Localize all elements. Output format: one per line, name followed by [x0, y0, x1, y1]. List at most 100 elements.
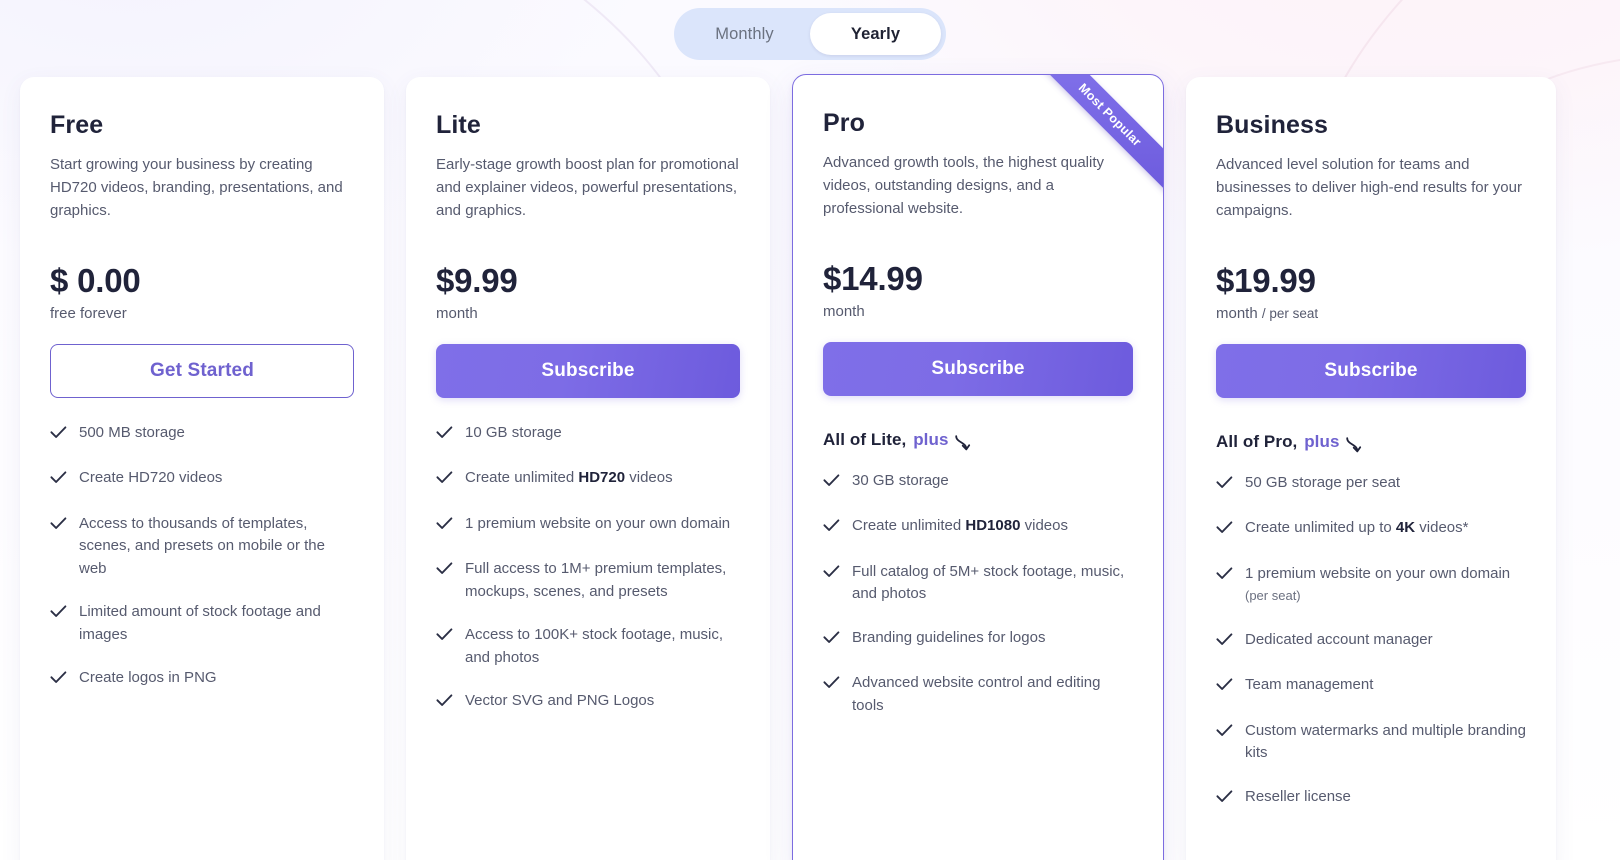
- plan-period-pro: month: [823, 302, 865, 320]
- check-icon: [1216, 474, 1233, 497]
- feature-label: 10 GB storage: [465, 423, 562, 441]
- cta-button-lite[interactable]: Subscribe: [436, 343, 740, 398]
- check-icon: [50, 424, 67, 447]
- feature-item: 500 MB storage: [50, 422, 354, 447]
- feature-item: Create unlimited HD720 videos: [436, 467, 740, 492]
- feature-emphasis: 4K: [1395, 519, 1416, 537]
- pricing-card-business: Business Advanced level solution for team…: [1186, 77, 1556, 860]
- feature-item: Create logos in PNG: [50, 667, 354, 692]
- plan-description-lite: Early-stage growth boost plan for promot…: [436, 156, 739, 219]
- toggle-option-yearly[interactable]: Yearly: [810, 13, 941, 55]
- feature-item: 10 GB storage: [436, 422, 740, 447]
- feature-label: Create unlimited HD1080 videos: [852, 517, 1068, 535]
- feature-item: Branding guidelines for logos: [823, 627, 1133, 652]
- billing-toggle-container: Monthly Yearly: [674, 8, 946, 60]
- pricing-card-free: Free Start growing your business by creat…: [20, 77, 384, 860]
- plan-price-free: $ 0.00: [50, 262, 141, 299]
- plan-price-business: $19.99: [1216, 262, 1316, 299]
- plan-period-free: free forever: [50, 304, 127, 322]
- feature-label: Create logos in PNG: [79, 669, 217, 687]
- includes-previous-plan-pro: All of Lite, plus: [823, 428, 1133, 452]
- plan-period-note: / per seat: [1261, 305, 1319, 321]
- feature-label: Full access to 1M+ premium templates, mo…: [465, 560, 727, 600]
- includes-plus-word: plus: [1304, 431, 1340, 451]
- feature-list-business: 50 GB storage per seat Create unlimited u…: [1216, 472, 1526, 811]
- feature-item: Full access to 1M+ premium templates, mo…: [436, 558, 740, 603]
- feature-item: 1 premium website on your own domain: [436, 513, 740, 538]
- feature-item: Create HD720 videos: [50, 467, 354, 492]
- feature-list-pro: 30 GB storage Create unlimited HD1080 vid…: [823, 470, 1133, 718]
- cta-button-business[interactable]: Subscribe: [1216, 343, 1526, 398]
- price-block-pro: $14.99 month: [823, 260, 1133, 320]
- feature-item: Advanced website control and editing too…: [823, 672, 1133, 717]
- feature-list-free: 500 MB storage Create HD720 videos Access …: [50, 422, 354, 692]
- check-icon: [50, 515, 67, 538]
- feature-label: 50 GB storage per seat: [1245, 473, 1401, 491]
- check-icon: [823, 563, 840, 586]
- plan-name-free: Free: [50, 111, 104, 139]
- feature-label: Create HD720 videos: [79, 469, 223, 487]
- check-icon: [823, 674, 840, 697]
- cta-button-pro[interactable]: Subscribe: [823, 341, 1133, 396]
- price-block-free: $ 0.00 free forever: [50, 262, 354, 322]
- plan-period-business: month / per seat: [1216, 304, 1319, 322]
- includes-prefix: All of Lite,: [823, 429, 912, 449]
- feature-label: Branding guidelines for logos: [852, 628, 1046, 646]
- price-block-business: $19.99 month / per seat: [1216, 262, 1526, 322]
- includes-prefix: All of Pro,: [1216, 431, 1303, 451]
- feature-item: Vector SVG and PNG Logos: [436, 690, 740, 715]
- feature-item: Limited amount of stock footage and imag…: [50, 601, 354, 646]
- feature-label: 1 premium website on your own domain (pe…: [1245, 564, 1511, 604]
- check-icon: [50, 603, 67, 626]
- check-icon: [823, 629, 840, 652]
- plan-name-pro: Pro: [823, 109, 865, 137]
- feature-emphasis: HD1080: [965, 517, 1021, 535]
- curved-arrow-icon: [954, 433, 971, 457]
- feature-item: Create unlimited HD1080 videos: [823, 515, 1133, 540]
- feature-label: Dedicated account manager: [1245, 630, 1433, 648]
- check-icon: [1216, 565, 1233, 588]
- check-icon: [436, 626, 453, 649]
- feature-label: Access to thousands of templates, scenes…: [79, 514, 325, 577]
- feature-label: Reseller license: [1245, 787, 1351, 805]
- feature-item: 50 GB storage per seat: [1216, 472, 1526, 497]
- feature-label: 30 GB storage: [852, 471, 949, 489]
- feature-item: Access to thousands of templates, scenes…: [50, 513, 354, 581]
- feature-label: Create unlimited up to 4K videos*: [1245, 519, 1469, 537]
- check-icon: [50, 469, 67, 492]
- feature-item: Full catalog of 5M+ stock footage, music…: [823, 561, 1133, 606]
- feature-item: Dedicated account manager: [1216, 629, 1526, 654]
- feature-item: Custom watermarks and multiple branding …: [1216, 720, 1526, 765]
- feature-label: Full catalog of 5M+ stock footage, music…: [852, 562, 1125, 603]
- curved-arrow-icon: [1345, 435, 1362, 459]
- feature-label: Access to 100K+ stock footage, music, an…: [465, 626, 724, 666]
- billing-period-toggle[interactable]: Monthly Yearly: [674, 8, 946, 60]
- feature-label: Vector SVG and PNG Logos: [465, 692, 655, 710]
- plan-price-pro: $14.99: [823, 260, 923, 297]
- check-icon: [436, 560, 453, 583]
- check-icon: [1216, 519, 1233, 542]
- pricing-card-pro: Most Popular Pro Advanced growth tools, th…: [792, 74, 1164, 860]
- feature-item: Access to 100K+ stock footage, music, an…: [436, 624, 740, 669]
- includes-previous-plan-business: All of Pro, plus: [1216, 430, 1526, 454]
- check-icon: [1216, 788, 1233, 811]
- cta-button-free[interactable]: Get Started: [50, 343, 354, 398]
- feature-label: 500 MB storage: [79, 423, 185, 441]
- feature-item: 1 premium website on your own domain (pe…: [1216, 563, 1526, 608]
- feature-label: Create unlimited HD720 videos: [465, 469, 673, 487]
- check-icon: [436, 692, 453, 715]
- toggle-option-monthly[interactable]: Monthly: [679, 13, 810, 55]
- plan-name-lite: Lite: [436, 111, 481, 139]
- check-icon: [1216, 676, 1233, 699]
- plan-price-lite: $9.99: [436, 262, 518, 299]
- feature-label: Limited amount of stock footage and imag…: [79, 603, 321, 643]
- feature-note: (per seat): [1245, 588, 1301, 604]
- check-icon: [1216, 631, 1233, 654]
- check-icon: [436, 515, 453, 538]
- feature-label: Custom watermarks and multiple branding …: [1245, 721, 1526, 762]
- feature-item: Reseller license: [1216, 786, 1526, 811]
- check-icon: [1216, 722, 1233, 745]
- plan-period-lite: month: [436, 304, 478, 322]
- plan-name-business: Business: [1216, 111, 1328, 139]
- plan-description-pro: Advanced growth tools, the highest quali…: [823, 154, 1105, 217]
